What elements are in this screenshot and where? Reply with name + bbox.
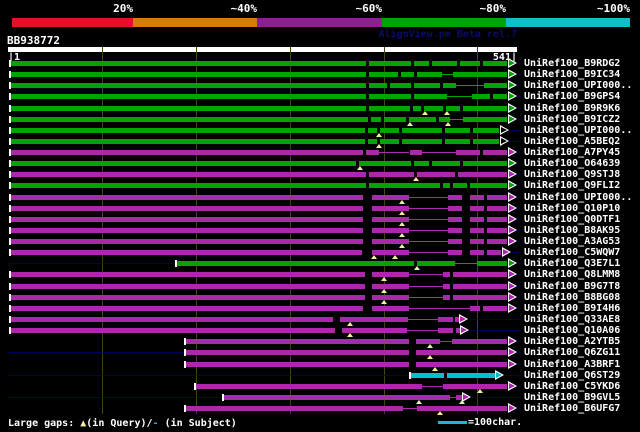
hit-row[interactable] <box>8 403 521 414</box>
hit-row[interactable] <box>8 203 521 214</box>
legend-mid: (in Query)/ <box>86 418 153 429</box>
hit-row[interactable] <box>8 91 521 102</box>
hit-label[interactable]: UniRef100_Q6ST29 <box>524 370 620 381</box>
hit-label[interactable]: UniRef100_B9GPS4 <box>524 91 620 102</box>
query-ruler-bar <box>8 47 517 52</box>
hit-label[interactable]: UniRef100_Q10A06 <box>524 325 620 336</box>
legend-scale-text: =100char. <box>468 417 523 428</box>
scale-segment-red <box>12 18 133 27</box>
scale-label: ~40% <box>230 2 258 15</box>
hit-row[interactable] <box>8 158 521 169</box>
hit-label[interactable]: UniRef100_UPI000.. <box>524 192 632 203</box>
hit-row[interactable] <box>8 347 521 358</box>
hit-label[interactable]: UniRef100_Q9FLI2 <box>524 180 620 191</box>
hit-label[interactable]: UniRef100_A5BEQ2 <box>524 136 620 147</box>
hit-label[interactable]: UniRef100_Q0DTF1 <box>524 214 620 225</box>
hit-label[interactable]: UniRef100_Q3E7L1 <box>524 258 620 269</box>
hit-label[interactable]: UniRef100_B9GVL5 <box>524 392 620 403</box>
hit-label[interactable]: UniRef100_C5YKD6 <box>524 381 620 392</box>
hit-row[interactable] <box>8 359 521 370</box>
hit-row[interactable] <box>8 292 521 303</box>
hit-label[interactable]: UniRef100_B8AK95 <box>524 225 620 236</box>
hit-label[interactable]: UniRef100_C5WQW7 <box>524 247 620 258</box>
hit-row[interactable] <box>8 392 521 403</box>
hit-label[interactable]: UniRef100_A3AG53 <box>524 236 620 247</box>
hit-label[interactable]: UniRef100_B9R9K6 <box>524 103 620 114</box>
hit-row[interactable] <box>8 103 521 114</box>
hit-row[interactable] <box>8 225 521 236</box>
hit-row[interactable] <box>8 325 521 336</box>
gaps-legend: Large gaps: ▲(in Query)/- (in Subject) <box>8 418 237 429</box>
hit-label[interactable]: UniRef100_B9ICZ2 <box>524 114 620 125</box>
hit-label[interactable]: UniRef100_B6UFG7 <box>524 403 620 414</box>
scale-segment-cyan <box>506 18 630 27</box>
hit-label[interactable]: UniRef100_UPI000.. <box>524 125 632 136</box>
query-name: BB938772 <box>7 34 60 47</box>
hit-label[interactable]: UniRef100_B9RDG2 <box>524 58 620 69</box>
hit-row[interactable] <box>8 136 521 147</box>
hit-row[interactable] <box>8 258 521 269</box>
scale-segment-purple <box>257 18 382 27</box>
hit-row[interactable] <box>8 192 521 203</box>
hit-row[interactable] <box>8 336 521 347</box>
legend-prefix: Large gaps: <box>8 418 81 429</box>
hit-label[interactable]: UniRef100_B8BG08 <box>524 292 620 303</box>
hit-row[interactable] <box>8 180 521 191</box>
hit-label[interactable]: UniRef100_Q10P10 <box>524 203 620 214</box>
hit-label[interactable]: UniRef100_UPI000.. <box>524 80 632 91</box>
hit-label[interactable]: UniRef100_O64639 <box>524 158 620 169</box>
watermark-text: AlignView.pm Beta rel.7 <box>378 29 517 40</box>
legend-scale-bar-icon <box>438 421 467 424</box>
hit-row[interactable] <box>8 247 521 258</box>
hit-row[interactable] <box>8 281 521 292</box>
hit-row[interactable] <box>8 147 521 158</box>
alignment-overview-page: 20% ~40% ~60% ~80% ~100% BB938772 AlignView.… <box>0 0 640 432</box>
hit-label[interactable]: UniRef100_Q9STJ8 <box>524 169 620 180</box>
hit-row[interactable] <box>8 381 521 392</box>
scale-label: ~80% <box>479 2 507 15</box>
legend-suffix: (in Subject) <box>158 418 237 429</box>
hit-row[interactable] <box>8 80 521 91</box>
hit-row[interactable] <box>8 303 521 314</box>
scale-label: ~100% <box>596 2 630 15</box>
hit-label[interactable]: UniRef100_B9I4H6 <box>524 303 620 314</box>
hit-row[interactable] <box>8 169 521 180</box>
hit-label[interactable]: UniRef100_Q8LMM8 <box>524 269 620 280</box>
hit-label[interactable]: UniRef100_A2YTB5 <box>524 336 620 347</box>
hit-row[interactable] <box>8 370 521 381</box>
hit-row[interactable] <box>8 236 521 247</box>
hit-row[interactable] <box>8 314 521 325</box>
hit-label[interactable]: UniRef100_B9IC34 <box>524 69 620 80</box>
hit-row[interactable] <box>8 214 521 225</box>
hit-label[interactable]: UniRef100_A7PY45 <box>524 147 620 158</box>
scale-segment-green <box>382 18 506 27</box>
scale-segment-orange <box>133 18 257 27</box>
scale-label: 20% <box>113 2 133 15</box>
hit-row[interactable] <box>8 114 521 125</box>
hit-label[interactable]: UniRef100_B9G7T8 <box>524 281 620 292</box>
hit-row[interactable] <box>8 58 521 69</box>
hit-row[interactable] <box>8 269 521 280</box>
hit-label[interactable]: UniRef100_A3BRF1 <box>524 359 620 370</box>
scale-label: ~60% <box>355 2 383 15</box>
hit-row[interactable] <box>8 125 521 136</box>
hit-label[interactable]: UniRef100_Q6ZG11 <box>524 347 620 358</box>
hit-row[interactable] <box>8 69 521 80</box>
hit-label[interactable]: UniRef100_Q33AE8 <box>524 314 620 325</box>
